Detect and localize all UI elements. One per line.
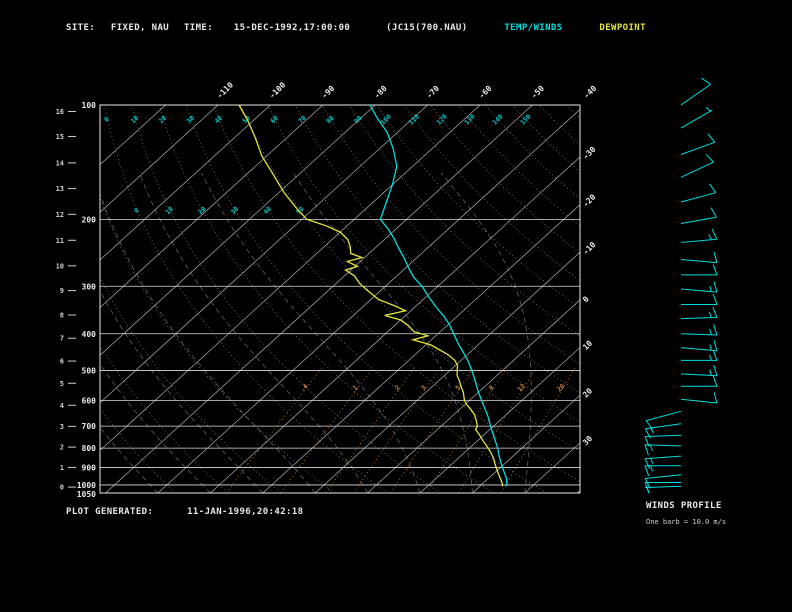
svg-text:-80: -80 — [372, 84, 389, 101]
svg-text:60: 60 — [269, 114, 280, 125]
axis-labels: -110 -100 -90 -80 -70 -60 -50 -40-30-20-1001020… — [77, 80, 599, 499]
plot-generated-value: 11-JAN-1996,20:42:18 — [187, 507, 304, 517]
svg-text:700: 700 — [82, 422, 97, 431]
svg-text:-30: -30 — [581, 145, 598, 162]
svg-text:7: 7 — [60, 335, 64, 343]
svg-text:1: 1 — [60, 464, 64, 472]
svg-text:12: 12 — [56, 211, 64, 219]
svg-text:0: 0 — [103, 115, 111, 123]
wind-barbs — [644, 77, 718, 494]
svg-text:400: 400 — [82, 330, 97, 339]
svg-text:20: 20 — [196, 205, 207, 216]
svg-text:30: 30 — [581, 434, 594, 447]
isobar-lines — [100, 218, 580, 486]
svg-text:140: 140 — [491, 113, 505, 127]
svg-text:12: 12 — [516, 382, 527, 393]
svg-text:14: 14 — [56, 159, 64, 167]
svg-text:-70: -70 — [425, 84, 442, 101]
svg-text:0: 0 — [581, 294, 591, 304]
winds-profile-title: WINDS PROFILE — [646, 501, 722, 511]
svg-text:40: 40 — [213, 114, 224, 125]
svg-text:15: 15 — [56, 133, 64, 141]
svg-text:0: 0 — [132, 206, 140, 214]
svg-text:300: 300 — [82, 282, 97, 291]
svg-text:-110: -110 — [215, 80, 235, 100]
svg-text:.4: .4 — [298, 382, 309, 393]
svg-text:200: 200 — [82, 215, 97, 224]
svg-text:10: 10 — [56, 262, 64, 270]
svg-text:16: 16 — [56, 108, 64, 116]
svg-text:10: 10 — [581, 339, 594, 352]
svg-text:3: 3 — [419, 384, 427, 392]
svg-text:70: 70 — [297, 114, 308, 125]
plot-generated: PLOT GENERATED: 11-JAN-1996,20:42:18 — [66, 507, 303, 517]
svg-text:130: 130 — [463, 113, 477, 127]
svg-text:90: 90 — [352, 114, 363, 125]
svg-text:20: 20 — [555, 382, 566, 393]
svg-text:-50: -50 — [529, 84, 546, 101]
svg-text:1: 1 — [351, 384, 359, 392]
svg-text:500: 500 — [82, 367, 97, 376]
svg-text:1050: 1050 — [77, 490, 96, 499]
adiabat-labels: 0 10 20 30 40 50 60 70 80 90 100 110 120 130 140 1500 10… — [103, 113, 533, 217]
svg-text:4: 4 — [60, 402, 64, 410]
svg-text:-90: -90 — [320, 84, 337, 101]
svg-text:-10: -10 — [581, 240, 598, 257]
svg-text:-20: -20 — [581, 192, 598, 209]
svg-text:900: 900 — [82, 464, 97, 473]
svg-text:110: 110 — [407, 113, 421, 127]
svg-text:8: 8 — [487, 384, 495, 392]
winds-profile-legend: One barb = 10.0 m/s — [646, 518, 727, 526]
svg-text:13: 13 — [56, 185, 64, 193]
plot-generated-label: PLOT GENERATED: — [66, 507, 154, 517]
svg-text:800: 800 — [82, 444, 97, 453]
svg-text:100: 100 — [82, 101, 97, 110]
svg-text:5: 5 — [60, 380, 64, 388]
moist-adiabat-lines — [100, 172, 532, 493]
svg-text:10: 10 — [164, 205, 175, 216]
svg-text:80: 80 — [325, 114, 336, 125]
svg-text:9: 9 — [60, 287, 64, 295]
svg-text:150: 150 — [519, 113, 533, 127]
svg-text:1000: 1000 — [77, 481, 96, 490]
svg-text:2: 2 — [393, 384, 401, 392]
svg-text:20: 20 — [581, 386, 594, 399]
svg-text:10: 10 — [129, 114, 140, 125]
svg-text:11: 11 — [56, 237, 64, 245]
svg-text:-60: -60 — [477, 84, 494, 101]
skewt-app-window: SITE: FIXED, NAU TIME: 15-DEC-1992,17:00… — [0, 0, 792, 612]
plot-frame — [99, 104, 581, 494]
svg-text:-40: -40 — [582, 84, 599, 101]
svg-text:30: 30 — [185, 114, 196, 125]
svg-text:30: 30 — [229, 205, 240, 216]
svg-text:6: 6 — [60, 358, 64, 366]
svg-text:600: 600 — [82, 397, 97, 406]
svg-text:120: 120 — [435, 113, 449, 127]
height-scale: 012345678910111213141516 — [56, 108, 76, 492]
svg-text:20: 20 — [157, 114, 168, 125]
svg-text:50: 50 — [294, 205, 305, 216]
svg-text:3: 3 — [60, 423, 64, 431]
svg-text:-100: -100 — [267, 80, 287, 100]
svg-text:0: 0 — [60, 484, 64, 492]
svg-text:8: 8 — [60, 311, 64, 319]
svg-text:2: 2 — [60, 444, 64, 452]
